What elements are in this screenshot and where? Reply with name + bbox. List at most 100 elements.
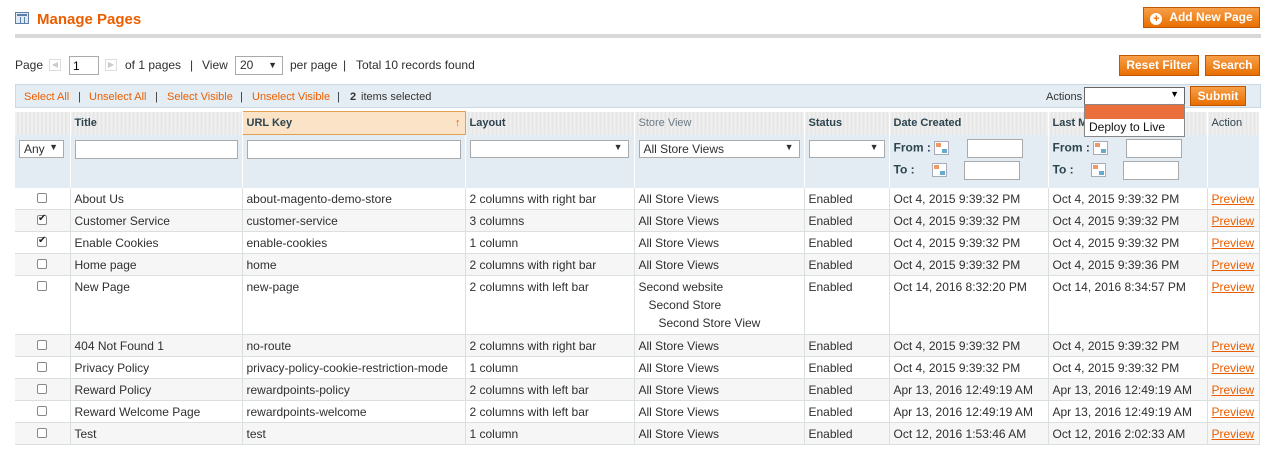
table-row[interactable]: About Us about-magento-demo-store 2 column… xyxy=(15,187,1260,210)
filter-title-input[interactable] xyxy=(74,139,238,159)
next-page-icon[interactable]: ▶ xyxy=(105,59,117,71)
cell-last-modified: Oct 4, 2015 9:39:32 PM xyxy=(1048,187,1208,210)
table-row[interactable]: Enable Cookiesenable-cookies1 columnAll … xyxy=(15,231,1260,254)
actions-option-deploy[interactable]: Deploy to Live xyxy=(1085,119,1184,135)
cell-layout: 1 column xyxy=(465,422,635,445)
add-new-page-button[interactable]: + Add New Page xyxy=(1143,7,1260,28)
unselect-all-link[interactable]: Unselect All xyxy=(89,91,146,103)
row-checkbox[interactable] xyxy=(37,192,47,203)
store-view-line: Second Store xyxy=(648,298,722,312)
created-to-input[interactable] xyxy=(964,160,1021,180)
store-view-line: All Store Views xyxy=(638,236,719,250)
page-input[interactable] xyxy=(69,56,99,75)
row-checkbox[interactable] xyxy=(37,235,47,247)
cell-layout: 2 columns with right bar xyxy=(465,187,635,210)
col-date-created[interactable]: Date Created xyxy=(889,111,1049,135)
unselect-visible-link[interactable]: Unselect Visible xyxy=(252,91,330,103)
from-label: From : xyxy=(1052,140,1090,155)
cell-store-view: Second website Second Store Second Store V… xyxy=(634,275,805,335)
select-all-link[interactable]: Select All xyxy=(24,91,69,103)
modified-to-input[interactable] xyxy=(1123,160,1180,180)
table-row[interactable]: Reward Policy rewardpoints-policy 2 column… xyxy=(15,378,1260,401)
submit-button[interactable]: Submit xyxy=(1190,86,1246,106)
cell-title: 404 Not Found 1 xyxy=(70,334,243,357)
calendar-icon[interactable] xyxy=(1090,163,1106,177)
preview-link[interactable]: Preview xyxy=(1212,427,1255,441)
cell-title: Reward Policy xyxy=(70,378,243,401)
actions-option-empty[interactable] xyxy=(1085,105,1184,119)
row-checkbox[interactable] xyxy=(37,259,47,269)
mass-separator: | xyxy=(240,91,243,103)
row-select-cell xyxy=(15,400,71,423)
reset-filter-button[interactable]: Reset Filter xyxy=(1119,55,1199,76)
table-row[interactable]: 404 Not Found 1 no-route 2 columns with ri… xyxy=(15,334,1260,357)
row-checkbox[interactable] xyxy=(37,362,47,372)
cell-status: Enabled xyxy=(804,209,890,232)
preview-link[interactable]: Preview xyxy=(1212,405,1255,419)
page-title: Manage Pages xyxy=(37,11,142,28)
cell-date-created: Oct 14, 2016 8:32:20 PM xyxy=(889,275,1049,335)
preview-link[interactable]: Preview xyxy=(1212,361,1255,375)
preview-link[interactable]: Preview xyxy=(1212,383,1255,397)
table-row[interactable]: New Page new-page 2 columns with left bar S… xyxy=(15,275,1260,335)
preview-link[interactable]: Preview xyxy=(1212,339,1255,353)
row-checkbox[interactable] xyxy=(37,384,47,394)
filter-url-key-input[interactable] xyxy=(246,140,461,159)
preview-link[interactable]: Preview xyxy=(1212,192,1255,206)
cell-title: Enable Cookies xyxy=(70,231,243,254)
preview-link[interactable]: Preview xyxy=(1212,214,1255,228)
store-view-line: All Store Views xyxy=(638,339,719,353)
cell-action: Preview xyxy=(1207,400,1260,423)
store-view-line: All Store Views xyxy=(638,214,719,228)
preview-link[interactable]: Preview xyxy=(1212,258,1255,272)
row-checkbox[interactable] xyxy=(37,213,47,225)
modified-from-input[interactable] xyxy=(1125,138,1182,158)
chevron-down-icon: ▼ xyxy=(1170,89,1179,99)
cell-status: Enabled xyxy=(804,356,890,379)
mass-separator: | xyxy=(155,91,158,103)
col-url-key[interactable]: URL Key ↑ xyxy=(241,111,466,135)
cell-action: Preview xyxy=(1207,356,1260,379)
cell-status: Enabled xyxy=(804,187,890,210)
prev-page-icon[interactable]: ◀ xyxy=(49,59,61,71)
filter-store-view-select[interactable]: All Store Views ▼ xyxy=(638,139,800,158)
cell-layout: 2 columns with left bar xyxy=(465,400,635,423)
calendar-icon[interactable] xyxy=(1093,141,1109,155)
row-select-cell xyxy=(15,378,71,401)
calendar-icon[interactable] xyxy=(934,141,950,155)
table-row[interactable]: Test test 1 column All Store Views Enabled Oc… xyxy=(15,422,1260,445)
row-checkbox[interactable] xyxy=(37,281,47,291)
cell-url-key: no-route xyxy=(242,334,466,357)
filter-status-select[interactable]: ▼ xyxy=(808,139,885,158)
row-checkbox[interactable] xyxy=(37,406,47,416)
cell-layout: 2 columns with left bar xyxy=(465,378,635,401)
cell-title: Reward Welcome Page xyxy=(70,400,243,423)
col-title[interactable]: Title xyxy=(70,111,243,135)
select-visible-link[interactable]: Select Visible xyxy=(167,91,233,103)
mass-separator: | xyxy=(78,91,81,103)
chevron-down-icon: ▼ xyxy=(613,141,623,152)
filter-store-view-value: All Store Views xyxy=(643,141,724,156)
filter-any-select[interactable]: Any ▼ xyxy=(19,139,64,158)
filter-layout: ▼ xyxy=(465,134,635,188)
row-checkbox[interactable] xyxy=(37,428,47,438)
row-checkbox[interactable] xyxy=(37,340,47,350)
col-status[interactable]: Status xyxy=(804,111,890,135)
table-row[interactable]: Home page home 2 columns with right bar All… xyxy=(15,253,1260,276)
calendar-icon[interactable] xyxy=(931,163,947,177)
add-new-page-label: Add New Page xyxy=(1169,10,1253,24)
per-page-select[interactable]: 20 ▼ xyxy=(235,56,283,75)
preview-link[interactable]: Preview xyxy=(1212,280,1255,294)
cell-action: Preview xyxy=(1207,378,1260,401)
preview-link[interactable]: Preview xyxy=(1212,236,1255,250)
table-row[interactable]: Privacy Policy privacy-policy-cookie-rest… xyxy=(15,356,1260,379)
table-row[interactable]: Customer Servicecustomer-service3 column… xyxy=(15,209,1260,232)
actions-select[interactable]: ▼ xyxy=(1084,87,1185,105)
filter-layout-select[interactable]: ▼ xyxy=(469,139,629,158)
created-from-input[interactable] xyxy=(966,138,1023,158)
col-layout[interactable]: Layout xyxy=(465,111,635,135)
cell-url-key: home xyxy=(242,253,466,276)
table-row[interactable]: Reward Welcome Page rewardpoints-welcome 2… xyxy=(15,400,1260,423)
store-view-line: All Store Views xyxy=(638,383,719,397)
search-button[interactable]: Search xyxy=(1205,55,1260,76)
